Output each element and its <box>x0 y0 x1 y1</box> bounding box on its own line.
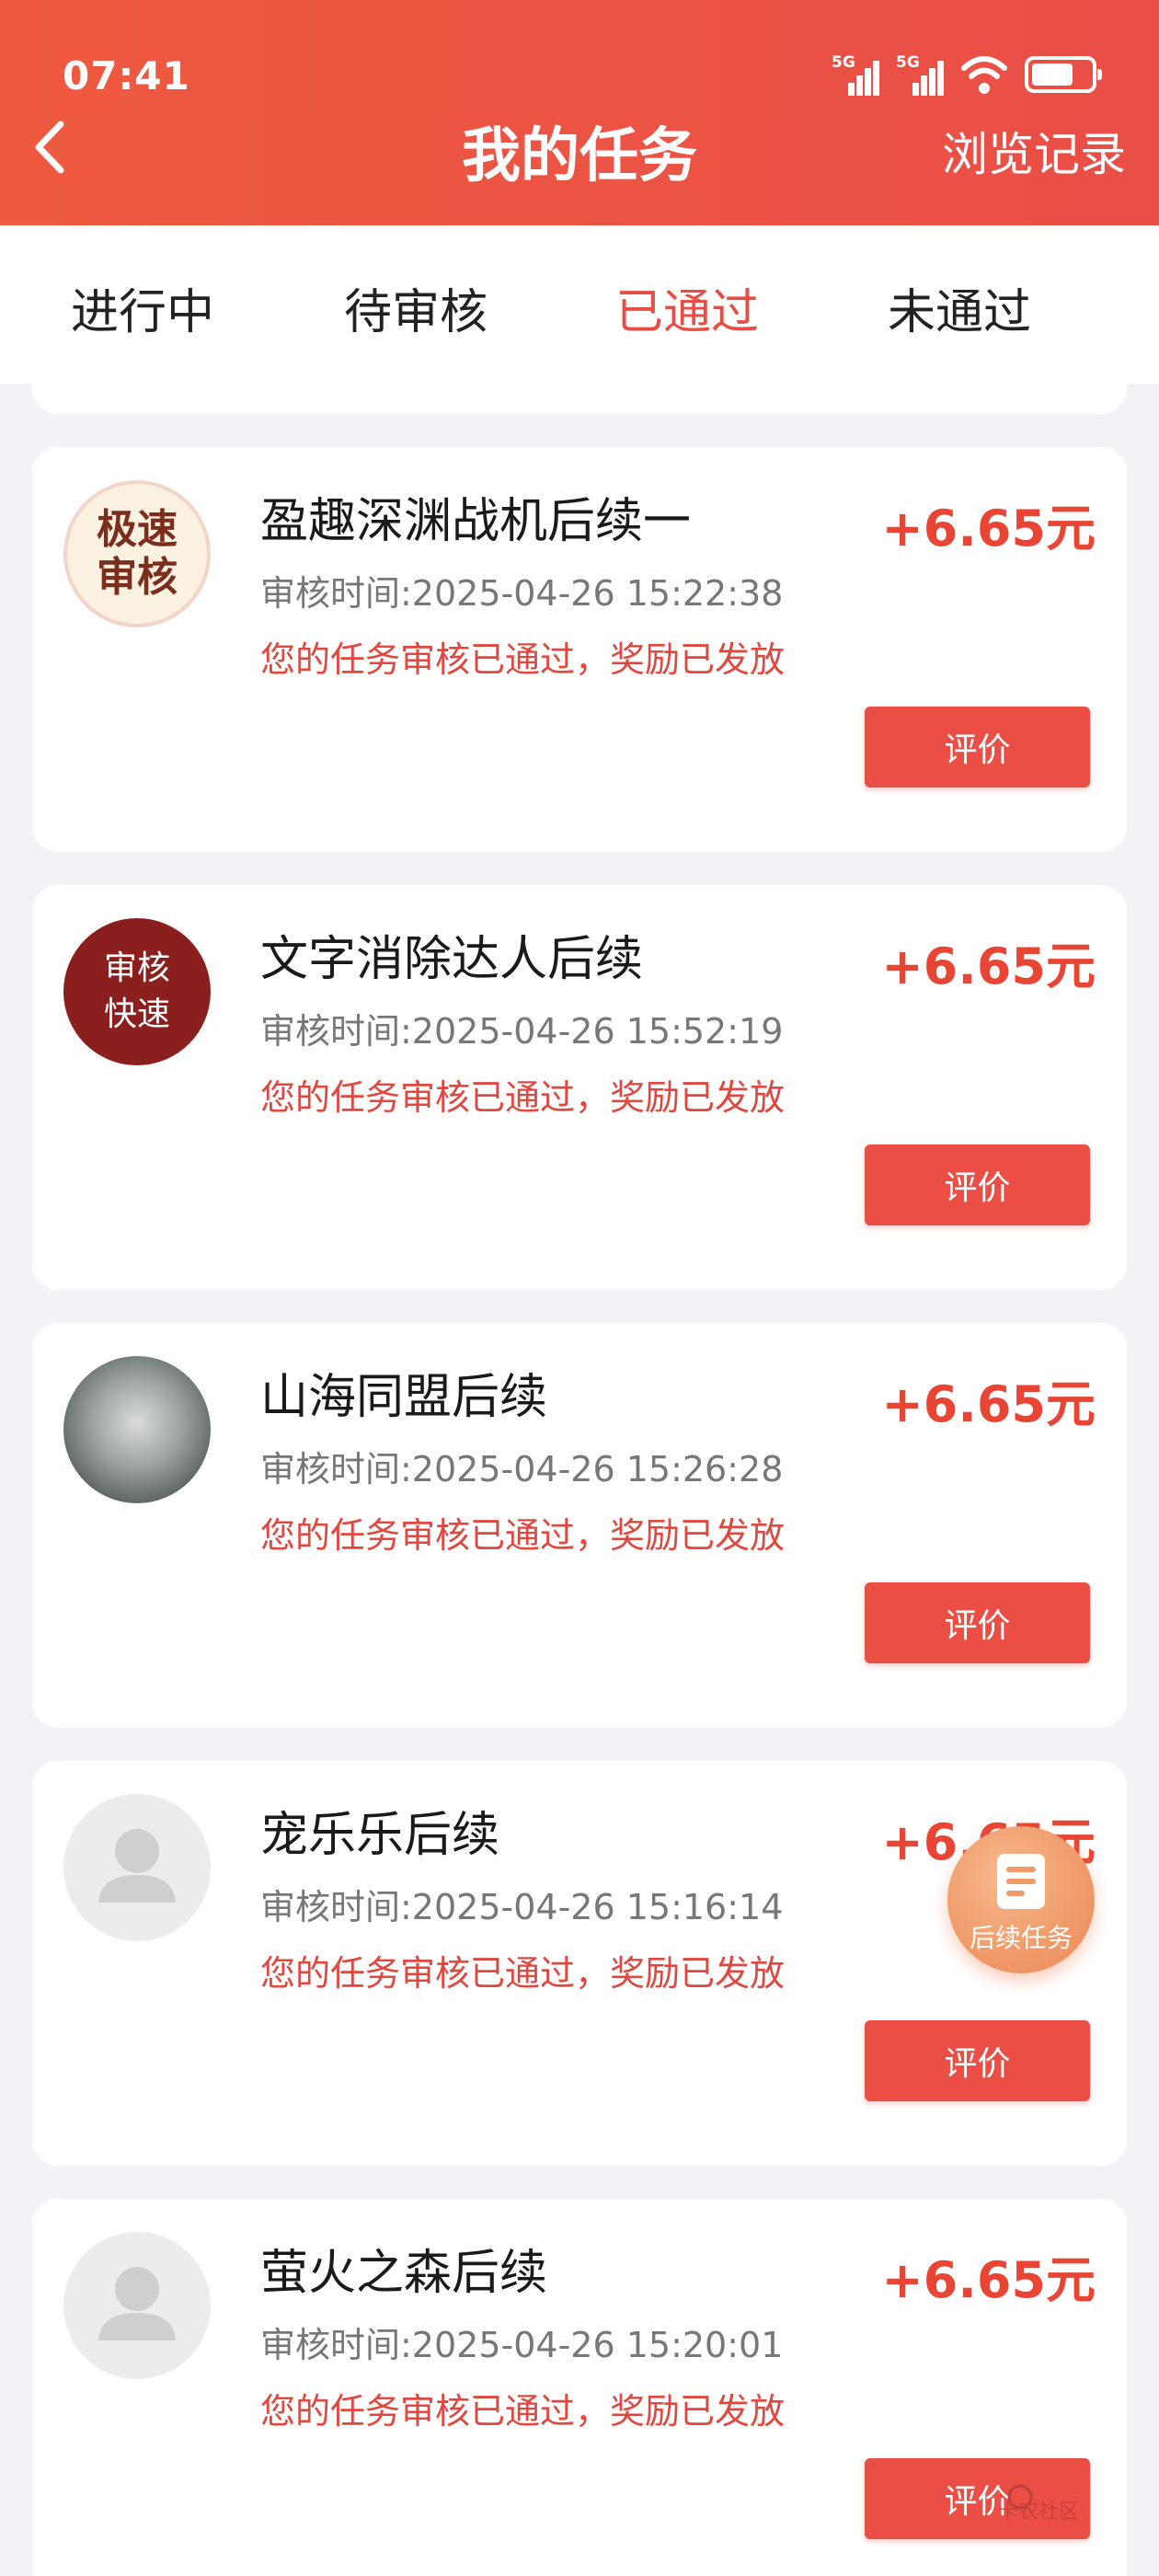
task-avatar <box>63 1356 211 1503</box>
tab-approved[interactable]: 已通过 <box>595 273 779 342</box>
task-title: 盈趣深渊战机后续一 <box>260 494 692 549</box>
avatar-text: 极速 <box>97 506 178 553</box>
rate-button[interactable]: 评价 <box>865 1144 1090 1225</box>
review-status: 您的任务审核已通过，奖励已发放 <box>260 639 786 680</box>
browse-history-link[interactable]: 浏览记录 <box>942 118 1126 184</box>
signal-label-2: 5G <box>896 53 920 72</box>
task-title: 文字消除达人后续 <box>260 932 644 987</box>
tab-rejected[interactable]: 未通过 <box>867 273 1051 342</box>
task-reward: +6.65元 <box>881 2251 1096 2309</box>
task-card: 宠乐乐后续 +6.65元 审核时间:2025-04-26 15:16:14 您的… <box>32 1761 1127 2166</box>
wifi-icon <box>961 56 1007 94</box>
signal-label: 5G <box>832 53 855 72</box>
tab-pending-review[interactable]: 待审核 <box>324 273 508 342</box>
task-title: 山海同盟后续 <box>260 1370 548 1425</box>
review-time: 审核时间:2025-04-26 15:16:14 <box>260 1887 784 1927</box>
review-time: 审核时间:2025-04-26 15:20:01 <box>260 2325 784 2365</box>
battery-icon <box>1025 56 1102 93</box>
task-card: 审核 快速 文字消除达人后续 +6.65元 审核时间:2025-04-26 15… <box>32 885 1127 1290</box>
fab-label: 后续任务 <box>969 1923 1073 1953</box>
task-avatar <box>63 2232 211 2379</box>
rate-button[interactable]: 评价 <box>865 2020 1090 2101</box>
previous-card-edge <box>32 350 1127 414</box>
task-reward: +6.65元 <box>881 1375 1096 1433</box>
review-status: 您的任务审核已通过，奖励已发放 <box>260 1953 786 1994</box>
avatar-text: 审核 <box>103 949 170 987</box>
task-avatar: 审核 快速 <box>63 918 211 1065</box>
signal-icon: 5G <box>832 53 879 96</box>
app-header: 07:41 5G 5G 我的任务 浏览记录 <box>0 0 1159 225</box>
task-card: 极速 审核 盈趣深渊战机后续一 +6.65元 审核时间:2025-04-26 1… <box>32 447 1127 852</box>
task-title: 萤火之森后续 <box>260 2246 548 2301</box>
status-icons: 5G 5G <box>832 53 1102 96</box>
review-time: 审核时间:2025-04-26 15:22:38 <box>260 573 784 614</box>
task-title: 宠乐乐后续 <box>260 1808 500 1863</box>
signal-icon-2: 5G <box>896 53 944 96</box>
avatar-text: 快速 <box>103 995 170 1033</box>
avatar-text: 审核 <box>97 554 178 601</box>
task-card: 萤火之森后续 +6.65元 审核时间:2025-04-26 15:20:01 您… <box>32 2199 1127 2576</box>
review-time: 审核时间:2025-04-26 15:52:19 <box>260 1011 784 1052</box>
document-icon <box>997 1854 1045 1909</box>
task-reward: +6.65元 <box>881 500 1096 558</box>
status-time: 07:41 <box>63 53 190 98</box>
task-avatar: 极速 审核 <box>63 480 211 627</box>
follow-up-tasks-button[interactable]: 后续任务 <box>947 1826 1095 1973</box>
default-user-icon <box>98 1829 176 1903</box>
watermark: 卡农社区 <box>998 2501 1080 2524</box>
task-avatar <box>63 1794 211 1941</box>
review-time: 审核时间:2025-04-26 15:26:28 <box>260 1449 784 1489</box>
task-reward: +6.65元 <box>881 937 1096 995</box>
rate-button[interactable]: 评价 <box>865 707 1090 788</box>
rate-button[interactable]: 评价 <box>865 1582 1090 1663</box>
tab-in-progress[interactable]: 进行中 <box>51 273 235 342</box>
review-status: 您的任务审核已通过，奖励已发放 <box>260 1077 786 1118</box>
default-user-icon <box>98 2267 176 2340</box>
task-card: 山海同盟后续 +6.65元 审核时间:2025-04-26 15:26:28 您… <box>32 1323 1127 1728</box>
review-status: 您的任务审核已通过，奖励已发放 <box>260 2391 786 2432</box>
review-status: 您的任务审核已通过，奖励已发放 <box>260 1515 786 1556</box>
